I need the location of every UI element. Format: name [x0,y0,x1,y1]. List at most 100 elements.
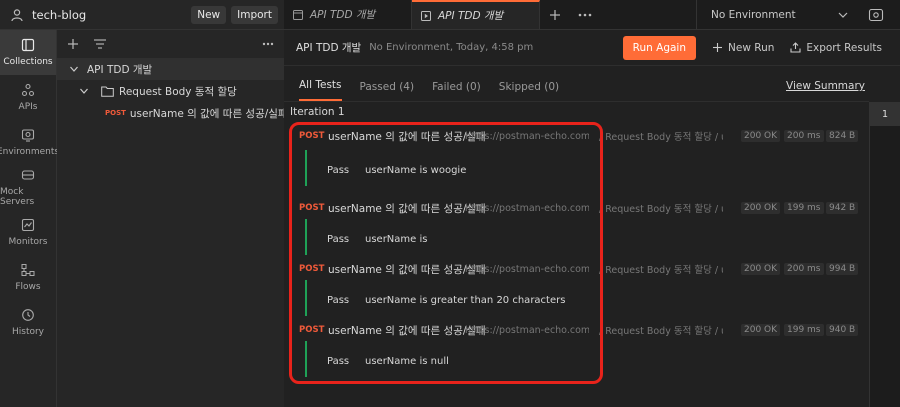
plus-icon[interactable] [67,38,79,50]
new-run-label: New Run [728,41,775,54]
request-url: https://postman-echo.com/post [465,324,589,336]
time-badge: 199 ms [784,202,824,214]
rail-item-collections[interactable]: Collections [0,30,56,75]
request-summary-row[interactable]: POST userName 의 값에 따른 성공/실패 https://post… [284,259,869,279]
request-name: userName 의 값에 따른 성공/실패 [328,202,486,215]
request-summary-row[interactable]: POST userName 의 값에 따른 성공/실패 https://post… [284,198,869,218]
size-badge: 994 B [826,263,859,275]
status-badge: 200 OK [741,324,781,336]
mock-servers-icon [21,170,35,180]
request-path: / Request Body 동적 할당 / u... [599,132,723,143]
apis-icon [21,83,35,97]
rail-label: Monitors [8,237,48,247]
rail-item-environments[interactable]: Environments [0,120,60,165]
new-run-button[interactable]: New Run [712,42,774,54]
tab-label: API TDD 개발 [438,10,504,22]
pass-indicator [305,219,307,255]
add-tab-button[interactable] [540,0,570,29]
rail-label: Environments [0,147,60,157]
request-result: POST userName 의 값에 따른 성공/실패 https://post… [284,126,869,186]
test-status: Pass [327,164,350,176]
status-badge: 200 OK [741,202,781,214]
tab-failed[interactable]: Failed (0) [432,81,481,101]
user-icon [11,8,23,21]
monitors-icon [21,218,35,232]
tab-passed[interactable]: Passed (4) [360,81,415,101]
history-icon [22,309,34,321]
run-meta: No Environment, Today, 4:58 pm [369,42,534,53]
rail-item-history[interactable]: History [0,300,56,345]
sidebar-toolbar [57,30,284,58]
tab-bar: API TDD 개발 API TDD 개발 No Environment [284,0,900,30]
size-badge: 942 B [826,202,859,214]
workspace-name[interactable]: tech-blog [32,8,186,22]
folder-name: Request Body 동적 할당 [119,85,237,98]
request-summary-row[interactable]: POST userName 의 값에 따른 성공/실패 https://post… [284,320,869,340]
collection-icon [293,9,303,20]
results-tabs: All Tests Passed (4) Failed (0) Skipped … [284,66,869,102]
tab-skipped[interactable]: Skipped (0) [499,81,559,101]
collections-sidebar: API TDD 개발 Request Body 동적 할당 POST userN… [57,30,288,407]
rail-item-monitors[interactable]: Monitors [0,210,56,255]
tree-collection[interactable]: API TDD 개발 [57,58,284,80]
tab-runner[interactable]: API TDD 개발 [412,0,540,29]
run-title: API TDD 개발 [296,42,362,54]
export-results-button[interactable]: Export Results [790,42,882,54]
rail-item-mock-servers[interactable]: Mock Servers [0,165,56,210]
plus-icon [713,43,722,52]
request-name: userName 의 값에 따른 성공/실패 [328,130,486,143]
size-badge: 824 B [826,130,859,142]
runner-icon [421,10,431,21]
filter-icon[interactable] [93,38,262,50]
test-result-row: Pass userName is [284,219,869,255]
runner-results: API TDD 개발 No Environment, Today, 4:58 p… [284,30,900,407]
request-method: POST [299,264,325,274]
test-result-row: Pass userName is woogie [284,150,869,186]
tree-folder[interactable]: Request Body 동적 할당 [57,80,284,102]
test-name: userName is null [365,355,449,367]
environment-select[interactable]: No Environment [696,0,858,30]
environment-quick-look-icon[interactable] [868,7,884,23]
request-name: userName 의 값에 따른 성공/실패 [328,324,486,337]
rail-label: APIs [18,102,38,112]
run-header: API TDD 개발 No Environment, Today, 4:58 p… [284,30,900,66]
pass-indicator [305,280,307,316]
rail-item-apis[interactable]: APIs [0,75,56,120]
request-result: POST userName 의 값에 따른 성공/실패 https://post… [284,198,869,255]
export-results-label: Export Results [806,41,882,54]
environments-icon [21,129,35,142]
export-icon [790,42,801,53]
collections-icon [21,38,35,52]
request-summary-row[interactable]: POST userName 의 값에 따른 성공/실패 https://post… [284,126,869,146]
iteration-selector: 1 [869,102,900,407]
view-summary-link[interactable]: View Summary [786,80,865,92]
request-result: POST userName 의 값에 따른 성공/실패 https://post… [284,259,869,316]
more-icon[interactable] [262,42,274,46]
folder-icon [101,86,114,97]
rail-item-flows[interactable]: Flows [0,255,56,300]
time-badge: 200 ms [784,130,824,142]
tab-collection[interactable]: API TDD 개발 [284,0,412,29]
test-result-row: Pass userName is null [284,341,869,377]
more-icon [578,13,592,16]
run-again-button[interactable]: Run Again [622,35,696,60]
tab-label: API TDD 개발 [310,9,376,21]
new-button[interactable]: New [191,5,227,24]
import-button[interactable]: Import [231,5,278,24]
rail-label: Mock Servers [0,187,35,207]
test-name: userName is woogie [365,164,467,176]
test-name: userName is greater than 20 characters [365,294,566,306]
request-url: https://postman-echo.com/post [465,263,589,275]
chevron-down-icon [838,12,848,18]
rail-label: Collections [3,57,53,67]
tree-request[interactable]: POST userName 의 값에 따른 성공/실패 [57,102,288,124]
iteration-number[interactable]: 1 [870,102,900,126]
workspace-header: tech-blog New Import [0,0,284,30]
test-name: userName is [365,233,428,245]
tab-all-tests[interactable]: All Tests [299,79,342,101]
request-name: userName 의 값에 따른 성공/실패 [129,107,288,120]
tab-more-button[interactable] [570,0,600,29]
rail-label: Flows [15,282,41,292]
plus-icon [550,9,560,20]
environment-label: No Environment [711,9,796,21]
